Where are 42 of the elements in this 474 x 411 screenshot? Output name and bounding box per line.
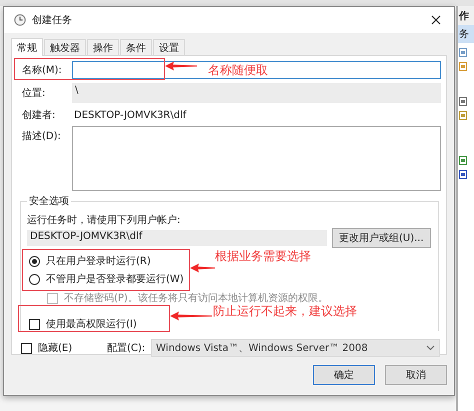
location-field: \	[72, 83, 442, 103]
clock-icon	[14, 14, 26, 26]
arrow-icon	[170, 311, 212, 321]
account-field: DESKTOP-JOMVK3R\dlf	[27, 230, 327, 246]
account-prompt: 运行任务时，请使用下列用户帐户:	[27, 214, 182, 227]
change-user-button[interactable]: 更改用户或组(U)...	[332, 228, 431, 248]
name-field[interactable]	[72, 61, 442, 79]
option-label: 隐藏(E)	[38, 342, 72, 355]
annotation-text: 名称随便取	[208, 63, 268, 77]
author-value: DESKTOP-JOMVK3R\dlf	[73, 110, 188, 120]
list-item: 务	[458, 25, 474, 43]
tab[interactable]: 触发器	[44, 39, 86, 55]
annotation-text: 防止运行不起来，建议选择	[213, 304, 357, 318]
annotation-text: 根据业务需要选择	[215, 249, 311, 263]
option-label: 不管用户是否登录都要运行(W)	[46, 272, 184, 286]
checkbox[interactable]	[21, 342, 32, 354]
option-label: 只在用户登录时运行(R)	[46, 254, 151, 268]
description-field[interactable]	[72, 126, 442, 191]
option-label: 使用最高权限运行(I)	[46, 318, 137, 331]
tab[interactable]: 设置	[153, 39, 185, 55]
tab[interactable]: 操作	[87, 39, 119, 55]
window-title: 创建任务	[32, 14, 72, 27]
field-label: 名称(M):	[21, 64, 63, 77]
field-label: 配置(C):	[107, 342, 146, 355]
checkbox[interactable]	[29, 318, 40, 330]
arrow-icon	[190, 263, 215, 273]
dialog-button[interactable]: 取消	[385, 365, 448, 385]
group-title: 安全选项	[28, 194, 70, 208]
tab[interactable]: 常规	[11, 38, 43, 56]
radio-button[interactable]	[29, 256, 40, 266]
column-header: 作	[458, 6, 474, 25]
field-label: 创建者:	[21, 108, 56, 122]
dialog-button[interactable]: 确定	[313, 365, 376, 385]
option-label: 不存储密码(P)。该任务将只有访问本地计算机资源的权限。	[64, 292, 328, 305]
field-label: 描述(D):	[21, 130, 62, 143]
configure-dropdown[interactable]: Windows Vista™、Windows Server™ 2008	[151, 339, 440, 357]
field-label: 位置:	[21, 86, 46, 100]
tab[interactable]: 条件	[120, 39, 152, 55]
close-icon	[431, 15, 442, 25]
arrow-icon	[165, 61, 197, 71]
radio-button[interactable]	[29, 274, 40, 284]
chevron-down-icon	[426, 345, 436, 351]
